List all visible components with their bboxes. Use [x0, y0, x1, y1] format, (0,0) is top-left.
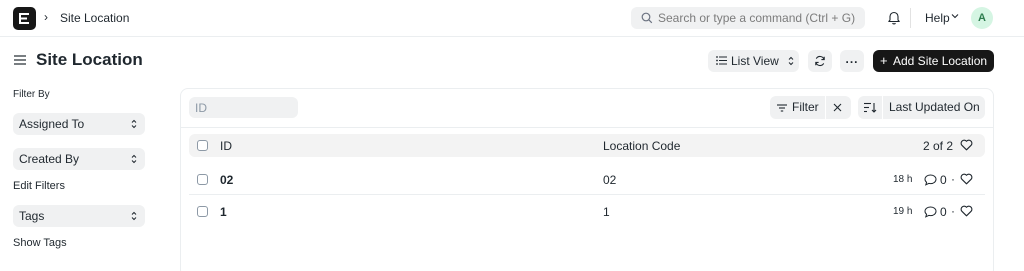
- result-count: 2 of 2: [923, 139, 954, 153]
- select-arrows-icon: [788, 56, 794, 66]
- list-header: [189, 134, 985, 157]
- comment-icon[interactable]: [924, 206, 937, 218]
- more-icon: ...: [845, 52, 859, 66]
- row-location-code: 02: [603, 173, 617, 187]
- assigned-to-label: Assigned To: [19, 117, 85, 131]
- sort-separator: [882, 96, 883, 119]
- heart-icon[interactable]: [960, 173, 973, 185]
- plus-icon: +: [880, 53, 888, 68]
- row-comment-count: 0: [940, 205, 947, 219]
- chevron-down-icon[interactable]: [951, 13, 959, 19]
- search-bar[interactable]: [631, 7, 865, 29]
- refresh-icon: [815, 55, 825, 67]
- more-actions-button[interactable]: ...: [840, 50, 864, 72]
- filter-button-group: Filter: [770, 96, 851, 119]
- row-id-link[interactable]: 1: [220, 205, 227, 219]
- list-view-label: List View: [731, 54, 779, 68]
- row-modified-time: 18 h: [893, 174, 913, 185]
- tags-label: Tags: [19, 209, 45, 223]
- search-input[interactable]: [658, 7, 858, 29]
- card-divider: [181, 127, 993, 128]
- app-logo[interactable]: [13, 7, 36, 30]
- refresh-button[interactable]: [808, 50, 832, 72]
- row-comment-count: 0: [940, 173, 947, 187]
- select-all-checkbox[interactable]: [197, 140, 208, 151]
- created-by-label: Created By: [19, 152, 80, 166]
- sort-button-group: Last Updated On: [858, 96, 985, 119]
- breadcrumb-chevron-icon: ›: [44, 10, 48, 24]
- edit-filters-link[interactable]: Edit Filters: [13, 180, 65, 192]
- row-checkbox[interactable]: [197, 206, 208, 217]
- navbar: › Site Location Help A: [0, 0, 1024, 37]
- search-icon: [641, 12, 653, 24]
- column-header-id: ID: [220, 139, 232, 153]
- sort-field-button[interactable]: Last Updated On: [889, 100, 980, 114]
- select-arrows-icon: [131, 211, 137, 221]
- clear-filter-icon[interactable]: [833, 103, 842, 112]
- column-header-location-code: Location Code: [603, 139, 681, 153]
- help-dropdown[interactable]: Help: [925, 11, 950, 25]
- row-modified-time: 19 h: [893, 206, 913, 217]
- show-tags-link[interactable]: Show Tags: [13, 237, 67, 249]
- row-checkbox[interactable]: [197, 174, 208, 185]
- filter-icon: [777, 104, 787, 112]
- tags-filter[interactable]: Tags: [13, 205, 145, 227]
- select-arrows-icon: [131, 119, 137, 129]
- filter-button[interactable]: Filter: [792, 100, 819, 114]
- navbar-divider: [910, 8, 911, 28]
- breadcrumb-site-location[interactable]: Site Location: [60, 11, 129, 25]
- row-location-code: 1: [603, 205, 610, 219]
- filter-by-heading: Filter By: [13, 89, 50, 100]
- row-dot-separator: ·: [951, 204, 955, 218]
- filter-separator: [825, 96, 826, 119]
- page-title: Site Location: [36, 50, 143, 69]
- id-filter-input[interactable]: [189, 97, 298, 118]
- heart-icon[interactable]: [960, 205, 973, 217]
- notification-bell-icon[interactable]: [887, 10, 901, 25]
- row-dot-separator: ·: [951, 172, 955, 186]
- list-icon: [716, 56, 727, 65]
- sidebar-toggle-icon[interactable]: [14, 55, 26, 65]
- assigned-to-filter[interactable]: Assigned To: [13, 113, 145, 135]
- add-site-location-button[interactable]: + Add Site Location: [873, 50, 994, 72]
- add-button-label: Add Site Location: [893, 54, 988, 68]
- row-separator: [189, 194, 985, 195]
- comment-icon[interactable]: [924, 174, 937, 186]
- sort-order-icon[interactable]: [864, 102, 877, 113]
- heart-icon[interactable]: [960, 139, 973, 151]
- created-by-filter[interactable]: Created By: [13, 148, 145, 170]
- user-avatar[interactable]: A: [971, 7, 993, 29]
- select-arrows-icon: [131, 154, 137, 164]
- app-logo-icon: [19, 13, 29, 24]
- list-view-selector[interactable]: List View: [708, 50, 799, 72]
- row-id-link[interactable]: 02: [220, 173, 233, 187]
